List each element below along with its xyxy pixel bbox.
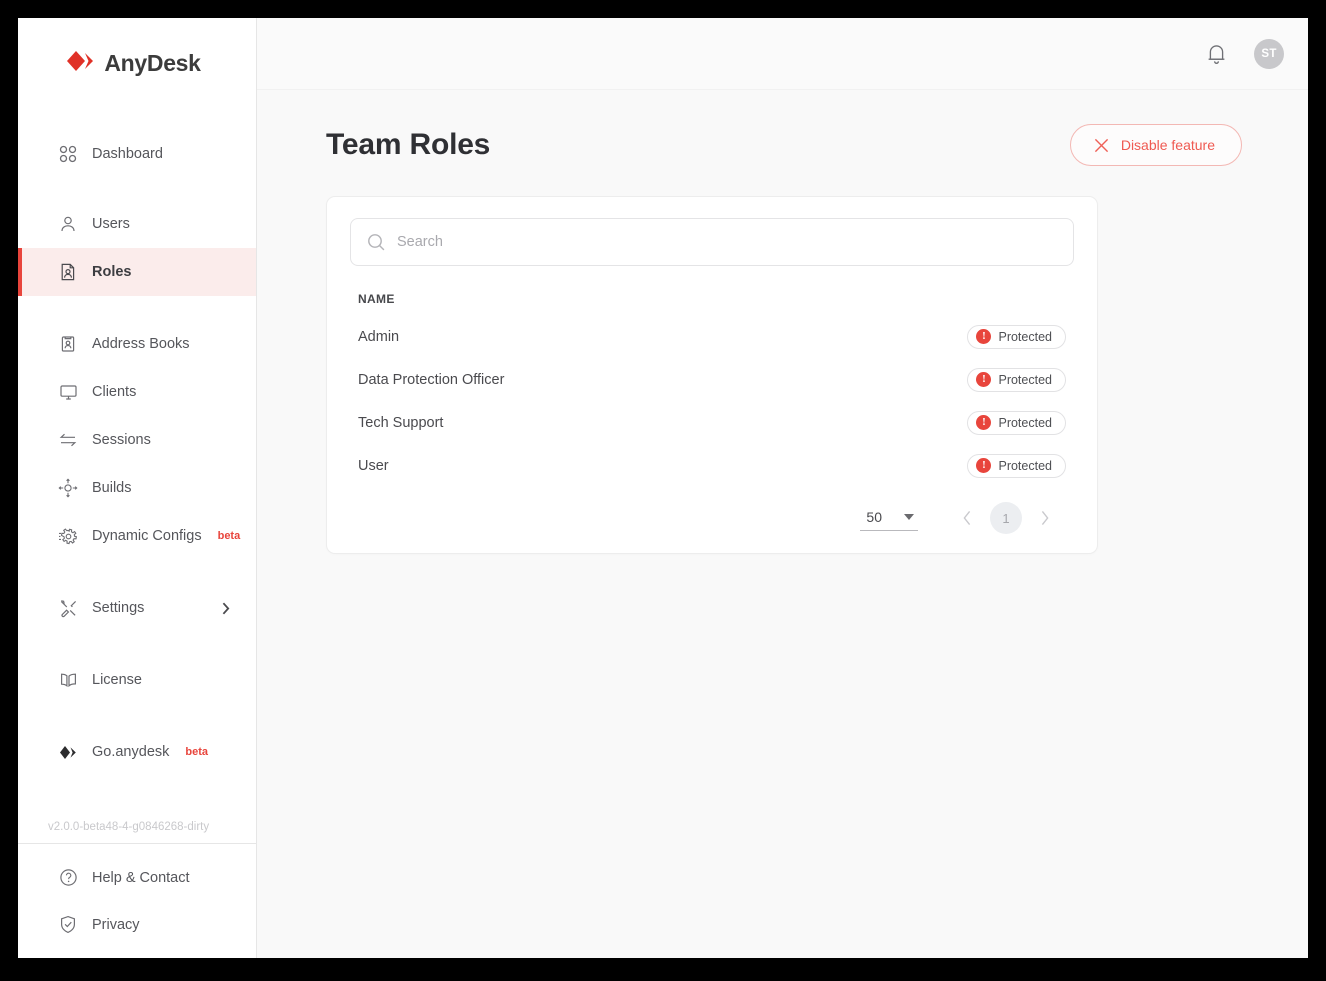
- tools-wrench-screwdriver-icon: [58, 598, 78, 618]
- sidebar-item-label: Clients: [92, 384, 137, 400]
- page-size-select[interactable]: 50: [860, 506, 918, 531]
- status-badge: ! Protected: [967, 324, 1066, 349]
- status-label: Protected: [998, 415, 1052, 430]
- sidebar-item-label: Help & Contact: [92, 869, 190, 886]
- status-label: Protected: [998, 329, 1052, 344]
- role-name: User: [358, 457, 389, 474]
- sidebar-item-users[interactable]: Users: [18, 200, 256, 248]
- status-badge: ! Protected: [967, 367, 1066, 392]
- close-x-icon: [1093, 137, 1110, 154]
- exclamation-circle-icon: !: [976, 329, 992, 344]
- question-circle-icon: [58, 868, 78, 888]
- brand-name: AnyDesk: [104, 49, 201, 76]
- arrows-exchange-icon: [58, 430, 78, 450]
- beta-badge: beta: [185, 746, 209, 758]
- builds-crosshair-icon: [58, 478, 78, 498]
- sidebar-item-label: Privacy: [92, 916, 140, 933]
- avatar-initials: ST: [1261, 47, 1277, 60]
- role-name: Tech Support: [358, 414, 444, 431]
- anydesk-diamond-logo: [67, 50, 97, 77]
- sidebar-item-label: Settings: [92, 600, 145, 616]
- user-icon: [58, 214, 78, 234]
- sidebar-item-builds[interactable]: Builds: [18, 464, 256, 512]
- sidebar-item-address-books[interactable]: Address Books: [18, 320, 256, 368]
- current-page-indicator[interactable]: 1: [990, 502, 1022, 534]
- sidebar-item-help-contact[interactable]: Help & Contact: [18, 854, 256, 901]
- sidebar-item-label: Builds: [92, 480, 132, 496]
- status-label: Protected: [998, 372, 1052, 387]
- beta-badge: beta: [217, 530, 241, 542]
- sidebar-item-sessions[interactable]: Sessions: [18, 416, 256, 464]
- page-size-value: 50: [866, 508, 882, 525]
- search-field[interactable]: [350, 218, 1074, 266]
- search-input[interactable]: [397, 234, 1057, 250]
- sidebar-nav: Dashboard Users Roles Address Books Clie…: [18, 108, 256, 821]
- app-window: AnyDesk Dashboard Users Roles Address Bo…: [18, 18, 1308, 958]
- roles-list: Admin ! Protected Data Protection Office…: [350, 315, 1074, 487]
- sidebar-item-privacy[interactable]: Privacy: [18, 901, 256, 948]
- address-book-card-icon: [58, 334, 78, 354]
- role-name: Data Protection Officer: [358, 371, 505, 388]
- column-header-name: NAME: [358, 292, 395, 306]
- next-page-button[interactable]: [1028, 501, 1062, 535]
- disable-feature-button[interactable]: Disable feature: [1069, 124, 1242, 166]
- anydesk-diamond-logo: [58, 742, 78, 762]
- page-header: Team Roles Disable feature: [326, 124, 1256, 166]
- sidebar-item-dashboard[interactable]: Dashboard: [18, 130, 256, 178]
- sidebar-item-label: Roles: [92, 264, 132, 280]
- page-content: Team Roles Disable feature Search NAME A…: [257, 90, 1308, 958]
- dashboard-grid-icon: [58, 144, 78, 164]
- sidebar: AnyDesk Dashboard Users Roles Address Bo…: [18, 18, 257, 958]
- sidebar-item-settings[interactable]: Settings: [18, 584, 256, 632]
- roles-card: NAME Admin ! Protected Data Protection O…: [326, 196, 1098, 554]
- table-row[interactable]: Admin ! Protected: [350, 315, 1074, 358]
- sidebar-item-go-anydesk[interactable]: Go.anydesk beta: [18, 728, 256, 776]
- search-icon: [367, 233, 386, 252]
- sidebar-item-label: License: [92, 672, 142, 688]
- table-row[interactable]: Tech Support ! Protected: [350, 401, 1074, 444]
- top-bar: ST: [257, 18, 1308, 90]
- sidebar-item-license[interactable]: License: [18, 656, 256, 704]
- disable-feature-label: Disable feature: [1120, 137, 1215, 153]
- chevron-right-icon: [222, 602, 230, 615]
- avatar[interactable]: ST: [1254, 38, 1284, 69]
- status-badge: ! Protected: [967, 410, 1066, 435]
- exclamation-circle-icon: !: [976, 415, 992, 430]
- sidebar-item-label: Dashboard: [92, 146, 163, 162]
- role-name: Admin: [358, 328, 400, 345]
- gear-config-icon: [58, 526, 78, 546]
- roles-document-person-icon: [58, 262, 78, 282]
- sidebar-item-label: Address Books: [92, 336, 190, 352]
- sidebar-item-label: Dynamic Configs: [92, 528, 202, 544]
- sidebar-item-label: Sessions: [92, 432, 151, 448]
- bell-icon[interactable]: [1205, 42, 1228, 66]
- page-title: Team Roles: [326, 128, 491, 161]
- table-row[interactable]: Data Protection Officer ! Protected: [350, 358, 1074, 401]
- status-badge: ! Protected: [967, 453, 1066, 478]
- status-label: Protected: [998, 458, 1052, 473]
- exclamation-circle-icon: !: [976, 372, 992, 387]
- app-version: v2.0.0-beta48-4-g0846268-dirty: [48, 821, 210, 833]
- exclamation-circle-icon: !: [976, 458, 992, 473]
- pagination: 50 1: [350, 487, 1074, 535]
- sidebar-item-label: Go.anydesk: [92, 744, 170, 760]
- brand-logo[interactable]: AnyDesk: [18, 18, 256, 108]
- sidebar-footer: Help & Contact Privacy: [18, 843, 256, 958]
- main-area: ST Team Roles Disable feature Search NAM…: [257, 18, 1308, 958]
- sidebar-item-roles[interactable]: Roles: [18, 248, 256, 296]
- shield-check-icon: [58, 915, 78, 935]
- chevron-down-icon: [904, 513, 914, 520]
- monitor-icon: [58, 382, 78, 402]
- sidebar-item-dynamic-configs[interactable]: Dynamic Configs beta: [18, 512, 256, 560]
- open-book-icon: [58, 670, 78, 690]
- table-row[interactable]: User ! Protected: [350, 444, 1074, 487]
- prev-page-button[interactable]: [950, 501, 984, 535]
- sidebar-item-clients[interactable]: Clients: [18, 368, 256, 416]
- sidebar-item-label: Users: [92, 216, 130, 232]
